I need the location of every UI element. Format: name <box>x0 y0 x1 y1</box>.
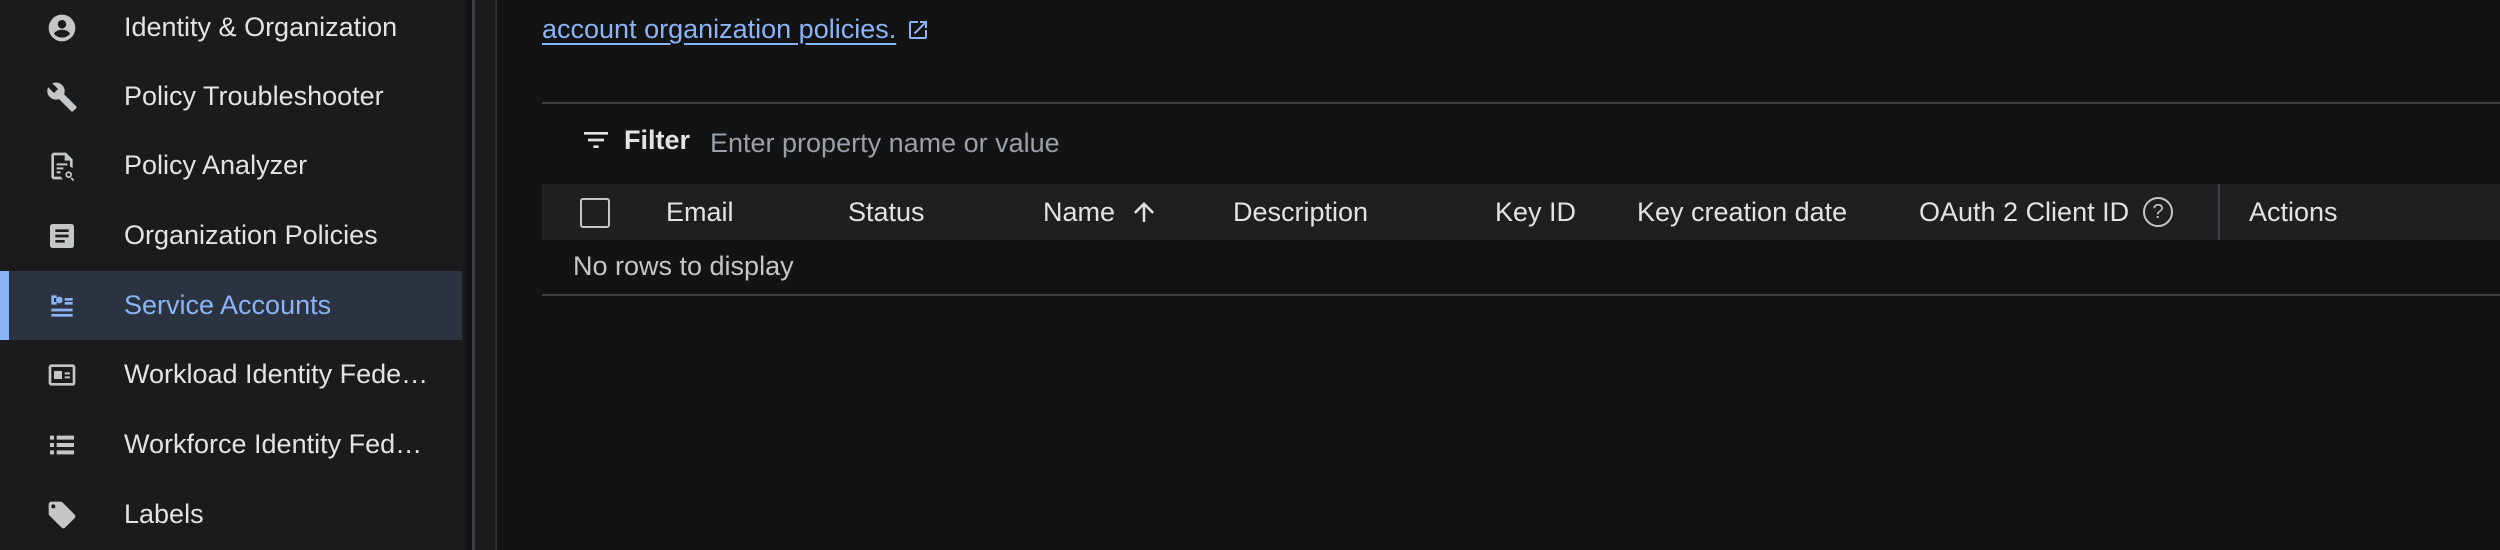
filter-button[interactable]: Filter <box>580 124 690 156</box>
id-card-icon <box>46 359 78 391</box>
sidebar-item-label: Workload Identity Fede… <box>124 359 429 389</box>
label-tag-icon <box>46 499 78 531</box>
sidebar-item-labels[interactable]: Labels <box>0 480 462 549</box>
table-header: Email Status Name Description Key ID Key… <box>542 184 2500 240</box>
article-icon <box>46 220 78 252</box>
service-account-icon <box>46 290 78 322</box>
sidebar-item-identity-organization[interactable]: Identity & Organization <box>0 0 462 62</box>
account-circle-icon <box>46 12 78 44</box>
sidebar-item-policy-analyzer[interactable]: Policy Analyzer <box>0 131 462 200</box>
sidebar-item-label: Labels <box>124 499 204 529</box>
filter-input[interactable] <box>708 122 1412 164</box>
sidebar-item-organization-policies[interactable]: Organization Policies <box>0 201 462 270</box>
filter-icon <box>584 132 608 148</box>
sidebar-item-label: Workforce Identity Fed… <box>124 429 423 459</box>
sidebar-item-label: Policy Analyzer <box>124 150 308 180</box>
policy-link-text: account organization policies. <box>542 14 897 44</box>
active-indicator <box>0 271 9 340</box>
sidebar-item-workload-identity-federation[interactable]: Workload Identity Fede… <box>0 340 462 409</box>
table-empty-row: No rows to display <box>542 240 2500 294</box>
list-icon <box>46 429 78 461</box>
filter-label: Filter <box>624 124 691 155</box>
column-header-actions: Actions <box>2249 184 2338 240</box>
sidebar-item-service-accounts[interactable]: Service Accounts <box>0 271 462 340</box>
sidebar-item-policy-troubleshooter[interactable]: Policy Troubleshooter <box>0 62 462 131</box>
column-label: OAuth 2 Client ID <box>1919 196 2130 227</box>
sidebar: Identity & Organization Policy Troublesh… <box>0 0 466 550</box>
sidebar-item-label: Service Accounts <box>124 290 332 320</box>
column-label: Key ID <box>1495 196 1577 227</box>
sidebar-item-label: Organization Policies <box>124 220 378 250</box>
sidebar-item-label: Policy Troubleshooter <box>124 81 384 111</box>
column-header-key-creation-date[interactable]: Key creation date <box>1637 184 1847 240</box>
content-divider <box>495 0 497 550</box>
help-icon[interactable]: ? <box>2143 197 2174 227</box>
sort-ascending-arrow-icon <box>1134 202 1155 222</box>
wrench-icon <box>46 81 78 113</box>
sidebar-item-workforce-identity-federation[interactable]: Workforce Identity Fed… <box>0 410 462 479</box>
column-label: Status <box>848 196 925 227</box>
resize-handle[interactable] <box>475 0 495 550</box>
column-label: Email <box>666 196 734 227</box>
column-header-oauth-client-id[interactable]: OAuth 2 Client ID ? <box>1919 184 2174 240</box>
select-all-checkbox[interactable] <box>580 198 610 228</box>
column-separator <box>2218 184 2220 240</box>
column-label: Name <box>1043 196 1116 227</box>
sidebar-item-label: Identity & Organization <box>124 12 398 42</box>
empty-message: No rows to display <box>573 251 794 281</box>
column-header-key-id[interactable]: Key ID <box>1495 184 1576 240</box>
document-search-icon <box>46 150 78 182</box>
column-label: Actions <box>2249 196 2338 227</box>
table-bottom-border <box>542 294 2500 296</box>
column-header-description[interactable]: Description <box>1233 184 1368 240</box>
column-header-status[interactable]: Status <box>848 184 925 240</box>
column-header-name[interactable]: Name <box>1043 184 1159 240</box>
organization-policies-link[interactable]: account organization policies. <box>542 14 930 45</box>
column-label: Key creation date <box>1637 196 1848 227</box>
external-link-icon <box>909 20 928 39</box>
filter-bar: Filter <box>542 104 2500 182</box>
column-label: Description <box>1233 196 1369 227</box>
column-header-email[interactable]: Email <box>666 184 734 240</box>
